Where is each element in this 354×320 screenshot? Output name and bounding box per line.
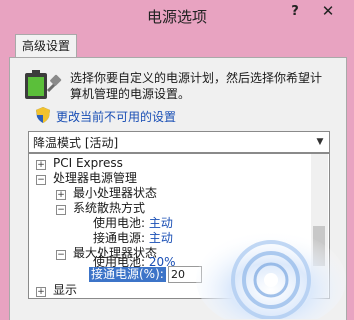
tree-item-processor-management[interactable]: 处理器电源管理 — [53, 171, 137, 186]
tree-item-cooling-on-battery[interactable]: 使用电池: 主动 — [93, 216, 173, 231]
tab-bar: 高级设置 — [9, 34, 345, 58]
power-options-window: 电源选项 ? ✕ 高级设置 选择你要自定义的电源计划，然后选择你希望计 算机管理… — [0, 0, 354, 320]
cooling-battery-value[interactable]: 主动 — [149, 216, 173, 230]
tree-item-cooling-plugged-in[interactable]: 接通电源: 主动 — [93, 231, 173, 246]
chevron-down-icon[interactable]: ▼ — [311, 132, 329, 152]
close-button[interactable]: ✕ — [308, 1, 348, 22]
title-bar: 电源选项 ? ✕ — [0, 0, 354, 30]
cooling-plugged-value[interactable]: 主动 — [149, 231, 173, 245]
collapse-icon[interactable]: − — [56, 205, 66, 215]
expand-icon[interactable]: + — [56, 190, 66, 200]
collapse-icon[interactable]: − — [36, 175, 46, 185]
power-plan-select[interactable]: 降温模式 [活动] ▼ — [28, 131, 330, 153]
intro-text: 选择你要自定义的电源计划，然后选择你希望计 算机管理的电源设置。 — [70, 70, 340, 102]
max-plugged-label-selected[interactable]: 接通电源(%): — [89, 267, 166, 282]
change-unavailable-settings-link[interactable]: 更改当前不可用的设置 — [56, 108, 176, 125]
tab-advanced-settings[interactable]: 高级设置 — [15, 34, 78, 57]
uac-shield-icon — [36, 107, 50, 123]
intro-line-2: 算机管理的电源设置。 — [70, 87, 191, 101]
intro-line-1: 选择你要自定义的电源计划，然后选择你希望计 — [70, 71, 323, 85]
help-button[interactable]: ? — [286, 3, 304, 21]
tree-item-cooling-policy[interactable]: 系统散热方式 — [73, 201, 145, 216]
power-plan-value: 降温模式 [活动] — [33, 136, 119, 150]
tree-item-pci-express[interactable]: PCI Express — [53, 156, 123, 171]
expand-icon[interactable]: + — [36, 287, 46, 297]
cooling-plugged-label: 接通电源: — [93, 231, 146, 245]
cooling-battery-label: 使用电池: — [93, 216, 146, 230]
collapse-icon[interactable]: − — [56, 250, 66, 260]
swirl-overlay-graphic — [196, 230, 346, 319]
tree-item-display[interactable]: 显示 — [53, 283, 77, 298]
tree-item-min-processor-state[interactable]: 最小处理器状态 — [73, 186, 157, 201]
expand-icon[interactable]: + — [36, 160, 46, 170]
battery-plug-icon — [25, 70, 62, 99]
